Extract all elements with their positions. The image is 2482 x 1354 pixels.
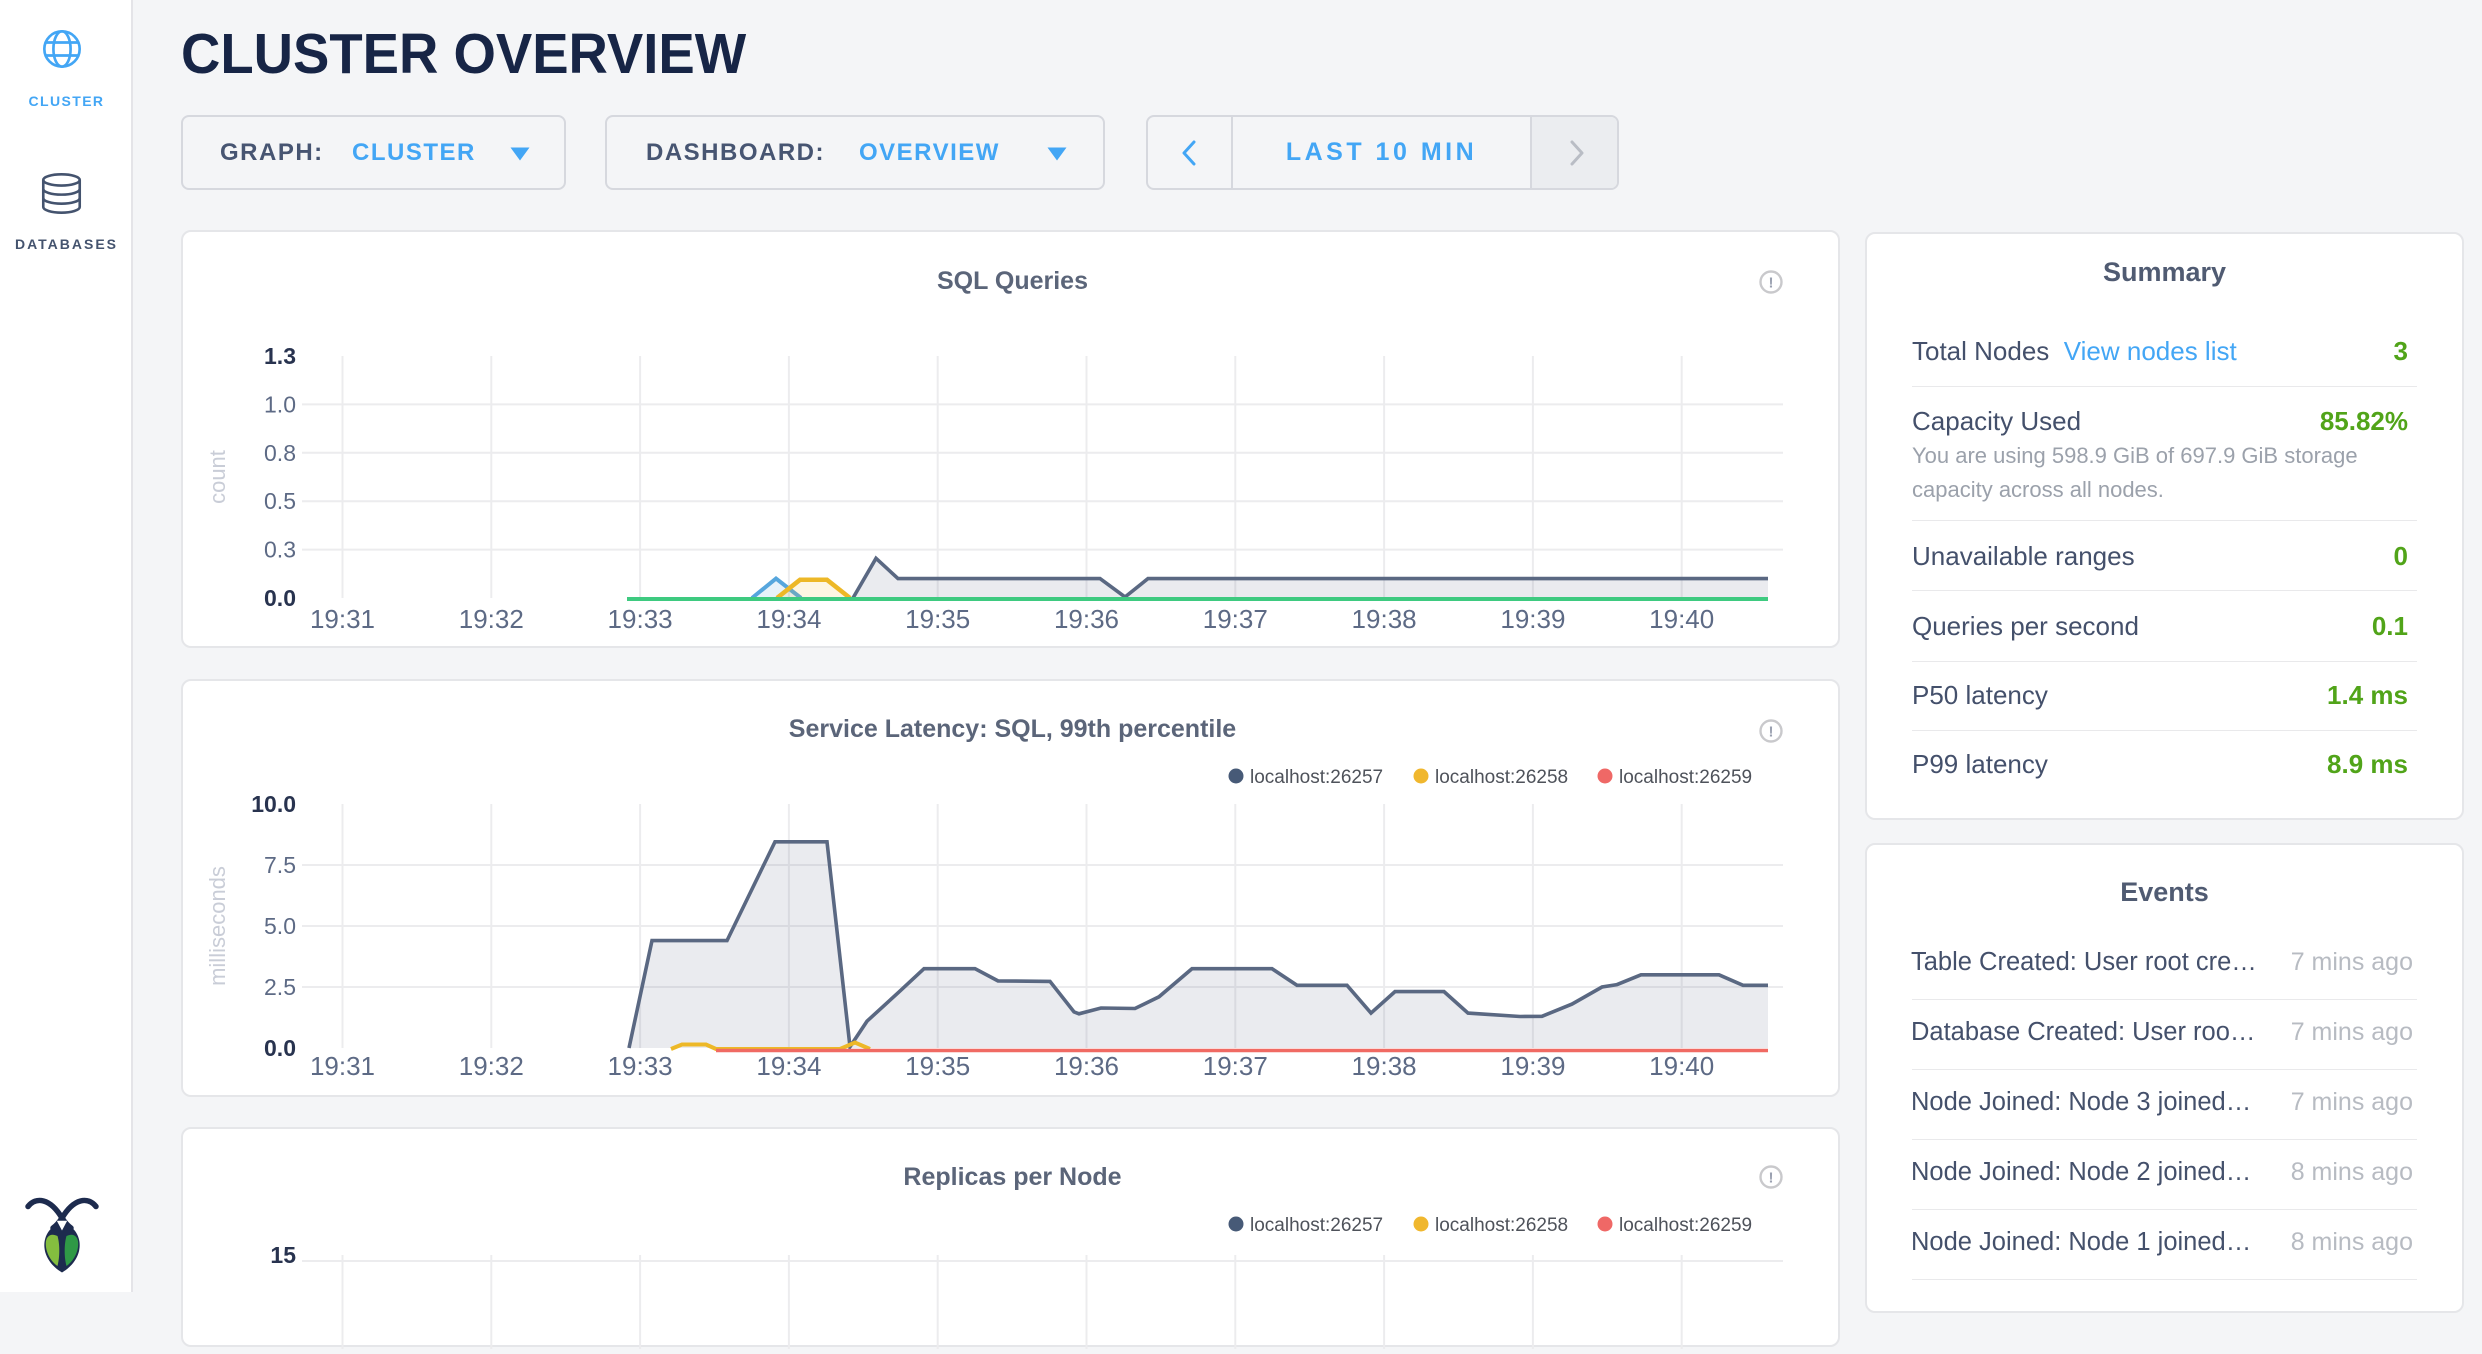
svg-text:localhost:26258: localhost:26258 (1435, 767, 1568, 788)
svg-text:localhost:26258: localhost:26258 (1435, 1215, 1568, 1236)
svg-text:19:40: 19:40 (1649, 1051, 1714, 1081)
svg-text:!: ! (1769, 275, 1774, 292)
svg-text:19:39: 19:39 (1500, 1051, 1565, 1081)
svg-text:1.3: 1.3 (264, 343, 296, 369)
svg-text:localhost:26257: localhost:26257 (1250, 1215, 1383, 1236)
svg-text:19:33: 19:33 (608, 1051, 673, 1081)
svg-text:0.8: 0.8 (264, 440, 296, 466)
svg-text:0.3: 0.3 (264, 537, 296, 563)
svg-text:5.0: 5.0 (264, 913, 296, 939)
svg-text:19:31: 19:31 (310, 1051, 375, 1081)
svg-text:milliseconds: milliseconds (205, 866, 230, 986)
svg-text:19:36: 19:36 (1054, 1051, 1119, 1081)
svg-text:Service Latency: SQL, 99th per: Service Latency: SQL, 99th percentile (789, 715, 1236, 743)
svg-text:0.0: 0.0 (264, 585, 296, 611)
svg-text:2.5: 2.5 (264, 974, 296, 1000)
svg-text:Replicas per Node: Replicas per Node (903, 1163, 1121, 1191)
svg-text:SQL Queries: SQL Queries (937, 267, 1088, 295)
svg-text:19:32: 19:32 (459, 1051, 524, 1081)
svg-text:19:35: 19:35 (905, 604, 970, 634)
svg-text:!: ! (1769, 1170, 1774, 1187)
svg-text:19:33: 19:33 (608, 604, 673, 634)
svg-text:localhost:26259: localhost:26259 (1619, 767, 1752, 788)
svg-text:19:32: 19:32 (459, 604, 524, 634)
svg-text:10.0: 10.0 (251, 791, 296, 817)
svg-text:0.0: 0.0 (264, 1035, 296, 1061)
svg-text:localhost:26257: localhost:26257 (1250, 767, 1383, 788)
svg-text:19:38: 19:38 (1352, 1051, 1417, 1081)
svg-text:19:31: 19:31 (310, 604, 375, 634)
svg-text:19:34: 19:34 (756, 604, 821, 634)
svg-text:19:39: 19:39 (1500, 604, 1565, 634)
svg-text:19:36: 19:36 (1054, 604, 1119, 634)
svg-text:7.5: 7.5 (264, 852, 296, 878)
svg-text:19:37: 19:37 (1203, 604, 1268, 634)
svg-text:19:40: 19:40 (1649, 604, 1714, 634)
svg-text:19:37: 19:37 (1203, 1051, 1268, 1081)
svg-text:19:38: 19:38 (1352, 604, 1417, 634)
svg-text:15: 15 (270, 1242, 296, 1268)
svg-text:0.5: 0.5 (264, 488, 296, 514)
svg-text:localhost:26259: localhost:26259 (1619, 1215, 1752, 1236)
svg-text:1.0: 1.0 (264, 391, 296, 417)
svg-text:19:35: 19:35 (905, 1051, 970, 1081)
svg-text:count: count (205, 450, 230, 504)
svg-text:19:34: 19:34 (756, 1051, 821, 1081)
svg-text:!: ! (1769, 724, 1774, 741)
